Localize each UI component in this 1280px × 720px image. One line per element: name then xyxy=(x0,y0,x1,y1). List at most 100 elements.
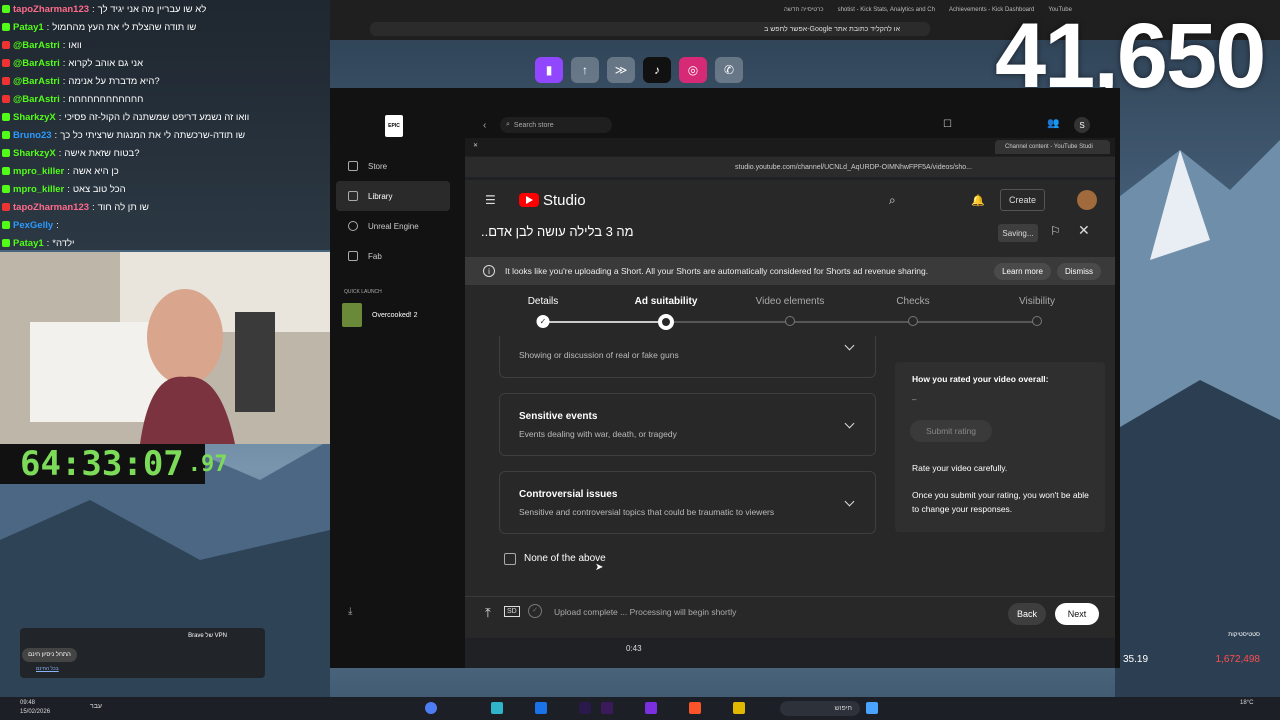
category-card-sensitive-events[interactable]: Sensitive events Events dealing with war… xyxy=(499,393,876,456)
feedback-icon[interactable]: ⚐ xyxy=(1050,224,1061,238)
epic-logo: EPIC xyxy=(385,115,403,137)
chat-separator: : xyxy=(46,21,50,33)
chat-separator: : xyxy=(67,183,70,195)
tab-channel-content[interactable]: Channel content - YouTube Studi xyxy=(995,140,1110,154)
start-icon[interactable] xyxy=(866,702,878,714)
chat-text: כן היא אשה xyxy=(72,165,119,177)
chat-separator: : xyxy=(62,57,66,69)
avatar[interactable]: S xyxy=(1074,117,1090,133)
epic-wishlist-icon[interactable]: ☐ xyxy=(943,119,952,130)
weather[interactable]: 18°C xyxy=(1240,700,1253,706)
chat-overlay: tapoZharman123: לא שו עבריין מה אני יגיד … xyxy=(0,0,330,250)
chat-text: וואו xyxy=(68,39,82,51)
chat-message: tapoZharman123: שו תן לה חוד xyxy=(0,198,330,216)
avatar[interactable] xyxy=(1077,190,1097,210)
app-icon[interactable] xyxy=(645,702,657,714)
chat-separator: : xyxy=(62,39,66,51)
none-of-above-checkbox[interactable] xyxy=(504,553,516,565)
tab-shotist[interactable]: shotist - Kick Stats, Analytics and Ch xyxy=(834,7,939,13)
progress-stepper: Details Ad suitability Video elements Ch… xyxy=(465,296,1115,336)
top-address-bar[interactable]: אפשר לחפש ב-Google או להקליד כתובת אתר xyxy=(370,22,930,36)
category-card-controversial[interactable]: Controversial issues Sensitive and contr… xyxy=(499,471,876,534)
chat-separator: : xyxy=(46,237,50,249)
chat-message: tapoZharman123: לא שו עבריין מה אני יגיד … xyxy=(0,0,330,18)
notifications-icon[interactable]: 🔔 xyxy=(971,194,985,207)
chat-badge-icon xyxy=(2,167,10,175)
submit-rating-button[interactable]: Submit rating xyxy=(910,420,992,442)
none-of-above-label[interactable]: None of the above xyxy=(524,553,606,564)
chat-username: @BarAstri xyxy=(13,39,60,51)
chat-separator: : xyxy=(67,165,70,177)
epic-search-input[interactable]: ⌕ Search store xyxy=(500,117,612,133)
taskbar-clock[interactable]: 09:48 15/02/2026 xyxy=(20,699,50,717)
webcam-feed xyxy=(0,252,340,444)
chat-username: SharkzyX xyxy=(13,147,56,159)
app-icon[interactable] xyxy=(491,702,503,714)
app-icon[interactable] xyxy=(733,702,745,714)
chat-username: Bruno23 xyxy=(13,129,52,141)
youtube-logo-icon[interactable] xyxy=(519,193,539,207)
chevron-down-icon[interactable] xyxy=(844,340,855,351)
back-button[interactable]: Back xyxy=(1008,603,1046,625)
tab-new[interactable]: כרטיסייה חדשה xyxy=(780,7,828,13)
chat-text: היא מדברת על אנימה? xyxy=(68,75,160,87)
unreal-icon xyxy=(348,221,358,231)
search-icon: ⌕ xyxy=(506,121,510,128)
chat-username: SharkzyX xyxy=(13,111,56,123)
epic-back-icon[interactable]: ‹ xyxy=(483,120,486,131)
sidebar-item-store[interactable]: Store xyxy=(330,151,460,181)
chat-text: הכל טוב צאט xyxy=(72,183,126,195)
language-indicator[interactable]: עבר xyxy=(90,703,102,710)
next-button[interactable]: Next xyxy=(1055,603,1099,625)
taskbar-search[interactable]: חיפוש xyxy=(780,701,860,716)
chat-message: @BarAstri: אני גם אוהב לקרוא xyxy=(0,54,330,72)
dismiss-button[interactable]: Dismiss xyxy=(1057,262,1101,280)
chevron-down-icon[interactable] xyxy=(844,496,855,507)
brave-vpn-popup: Brave של VPN התחל ניסיון חינם בכל החינם xyxy=(20,628,265,678)
step-visibility[interactable]: Visibility xyxy=(1019,296,1055,307)
close-dialog-icon[interactable]: ✕ xyxy=(1078,222,1090,239)
chat-message: SharkzyX: וואו זה נשמע דריפט שמשתנה לו הק… xyxy=(0,108,330,126)
menu-icon[interactable]: ☰ xyxy=(485,193,496,207)
quick-launch-item[interactable]: Overcooked! 2 xyxy=(330,301,460,329)
learn-more-button[interactable]: Learn more xyxy=(994,262,1051,280)
step-ad-suitability[interactable]: Ad suitability xyxy=(635,296,698,307)
vpn-trial-button[interactable]: התחל ניסיון חינם xyxy=(22,648,77,662)
app-icon[interactable] xyxy=(425,702,437,714)
download-icon[interactable]: ⤓ xyxy=(348,606,352,617)
epic-friends-icon[interactable]: 👥 xyxy=(1047,118,1059,129)
brave-icon[interactable] xyxy=(689,702,701,714)
quick-launch-title: QUICK LAUNCH xyxy=(344,289,382,295)
chevron-down-icon[interactable] xyxy=(844,418,855,429)
step-checks[interactable]: Checks xyxy=(896,296,929,307)
app-icon[interactable] xyxy=(535,702,547,714)
sidebar-item-library[interactable]: Library xyxy=(336,181,450,211)
sidebar-item-fab[interactable]: Fab xyxy=(330,241,460,271)
chat-badge-icon xyxy=(2,221,10,229)
check-circle-icon: ✓ xyxy=(528,604,542,618)
chat-separator: : xyxy=(62,75,66,87)
chat-badge-icon xyxy=(2,149,10,157)
step-video-elements[interactable]: Video elements xyxy=(756,296,825,307)
app-icon[interactable] xyxy=(579,702,591,714)
chrome-address-bar[interactable]: studio.youtube.com/channel/UCNLd_AqURDP-… xyxy=(465,157,1115,177)
chat-username: mpro_killer xyxy=(13,165,65,177)
upload-status: Upload complete ... Processing will begi… xyxy=(554,607,737,617)
chat-badge-icon xyxy=(2,77,10,85)
kick-icon: ↑ xyxy=(571,57,599,83)
sidebar-item-unreal[interactable]: Unreal Engine xyxy=(330,211,460,241)
chat-username: @BarAstri xyxy=(13,57,60,69)
upload-icon[interactable]: ⤒ xyxy=(485,605,491,621)
chrome-tab-strip: ✕ Channel content - YouTube Studi xyxy=(465,138,1115,156)
chat-text: אני גם אוהב לקרוא xyxy=(68,57,144,69)
search-icon[interactable]: ⌕ xyxy=(889,193,896,208)
step-details[interactable]: Details xyxy=(528,296,559,307)
app-icon[interactable] xyxy=(601,702,613,714)
category-card-firearms[interactable]: Showing or discussion of real or fake gu… xyxy=(499,336,876,378)
chat-message: @BarAstri: חחחחחחחחחחחח xyxy=(0,90,330,108)
chat-separator: : xyxy=(58,111,62,123)
close-icon[interactable]: ✕ xyxy=(473,142,478,149)
create-button[interactable]: Create xyxy=(1000,189,1046,211)
chat-badge-icon xyxy=(2,239,10,247)
vpn-link[interactable]: בכל החינם xyxy=(36,666,59,672)
